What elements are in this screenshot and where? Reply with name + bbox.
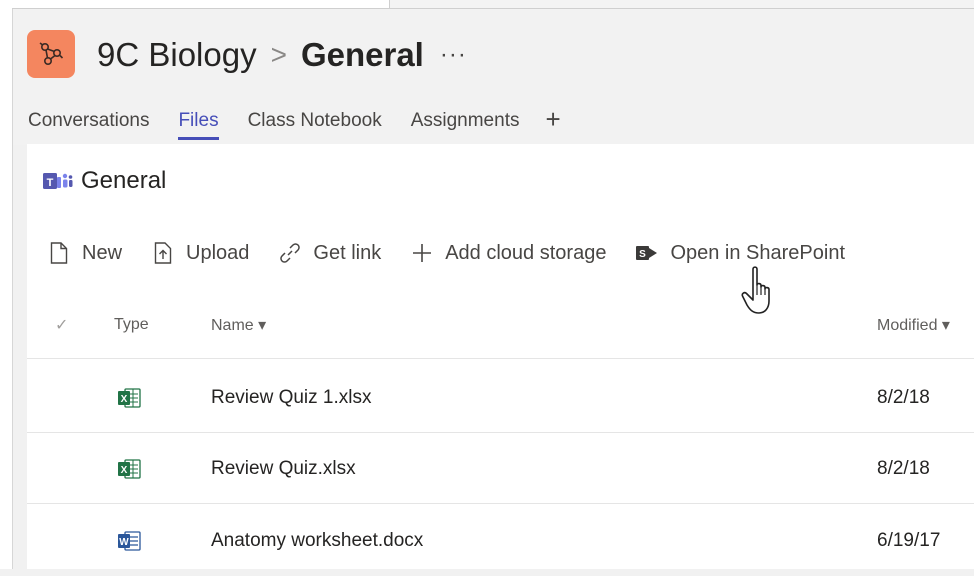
tab-class-notebook[interactable]: Class Notebook [248,106,382,140]
library-title: T General [43,165,166,197]
tab-files[interactable]: Files [178,106,219,140]
file-modified: 8/2/18 [877,387,930,408]
upload-icon [152,241,174,265]
column-type[interactable]: Type [114,310,149,340]
svg-text:T: T [47,177,54,189]
sharepoint-icon: S [636,241,658,265]
column-name[interactable]: Name ▾ [211,310,266,340]
get-link-button[interactable]: Get link [279,241,381,265]
file-name[interactable]: Anatomy worksheet.docx [211,506,423,576]
more-options-button[interactable]: ··· [440,41,467,69]
add-cloud-storage-label: Add cloud storage [445,241,607,264]
header-divider [27,358,974,359]
tab-conversations[interactable]: Conversations [28,106,149,140]
file-name[interactable]: Review Quiz 1.xlsx [211,363,372,433]
table-row[interactable]: W Anatomy worksheet.docx 6/19/17 [27,506,974,576]
svg-text:X: X [121,394,128,405]
breadcrumb: 9C Biology > General ··· [97,33,467,77]
file-modified: 6/19/17 [877,530,941,551]
hand-cursor-icon [740,265,780,317]
add-cloud-storage-button[interactable]: Add cloud storage [411,241,606,265]
breadcrumb-separator: > [270,39,287,70]
team-avatar[interactable] [27,30,75,78]
team-name[interactable]: 9C Biology [97,36,257,74]
upload-label: Upload [186,241,250,264]
file-name[interactable]: Review Quiz.xlsx [211,434,356,504]
link-icon [279,241,301,265]
new-button[interactable]: New [48,241,122,265]
word-icon: W [117,529,141,553]
top-strip-panel [12,0,390,8]
get-link-label: Get link [313,241,382,264]
library-name: General [81,167,167,194]
channel-tabs: Conversations Files Class Notebook Assig… [28,106,561,140]
table-row[interactable]: X Review Quiz.xlsx 8/2/18 [27,434,974,504]
excel-icon: X [117,386,141,410]
row-divider [27,503,974,504]
column-modified[interactable]: Modified ▾ [877,310,950,340]
channel-name: General [300,36,424,73]
add-tab-button[interactable]: + [545,106,560,132]
svg-text:X: X [121,465,128,476]
new-file-icon [48,241,70,265]
table-row[interactable]: X Review Quiz 1.xlsx 8/2/18 [27,363,974,433]
window-left-edge [0,0,13,569]
teams-icon: T [43,170,73,192]
plus-icon [411,241,433,265]
svg-text:S: S [640,249,647,260]
select-all-checkmark[interactable]: ✓ [55,310,68,340]
molecule-icon [39,42,64,65]
new-label: New [82,241,123,264]
open-in-sharepoint-button[interactable]: S Open in SharePoint [636,241,845,265]
open-in-sharepoint-label: Open in SharePoint [670,241,846,264]
file-modified: 8/2/18 [877,458,930,479]
tab-assignments[interactable]: Assignments [411,106,520,140]
upload-button[interactable]: Upload [152,241,249,265]
excel-icon: X [117,457,141,481]
svg-text:W: W [119,537,129,548]
row-divider [27,432,974,433]
